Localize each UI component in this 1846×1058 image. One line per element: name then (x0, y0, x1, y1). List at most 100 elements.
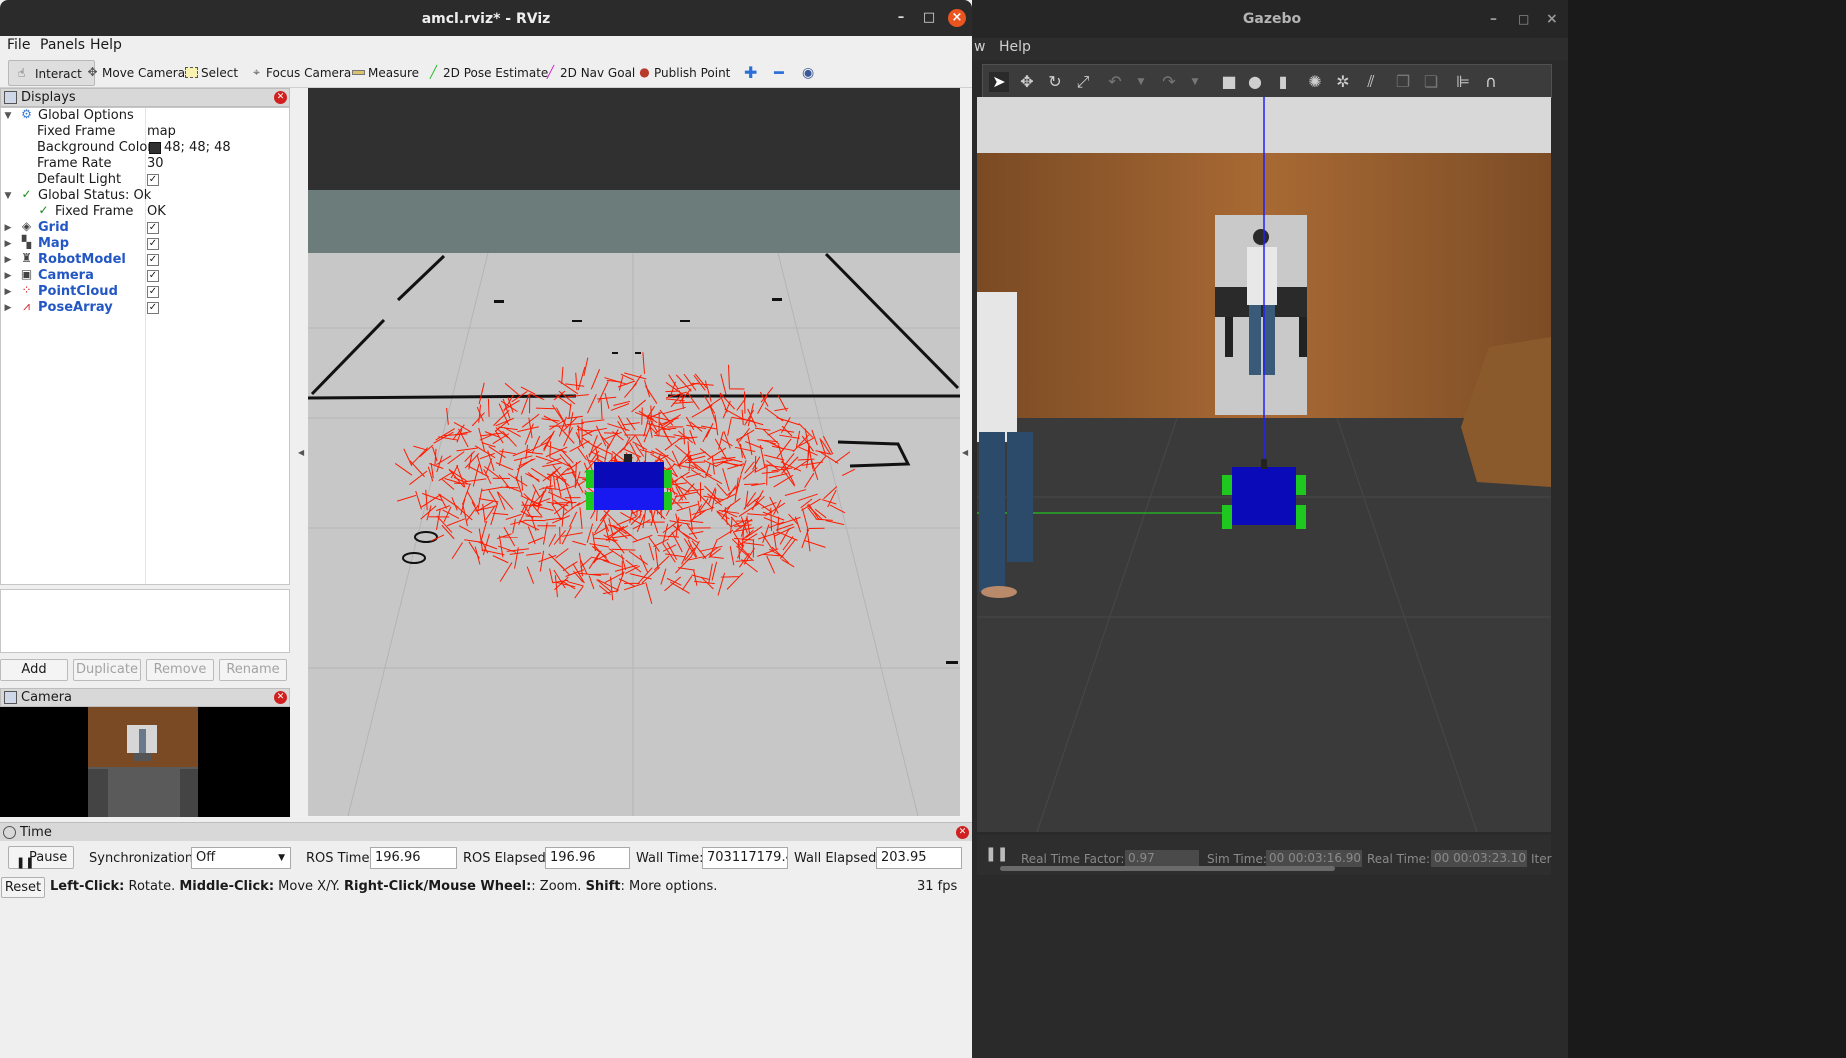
tree-row-global-status[interactable]: ▼ ✓ Global Status: Ok (1, 188, 289, 204)
minimize-button[interactable]: – (892, 9, 910, 27)
close-panel-icon[interactable]: ✕ (274, 691, 287, 704)
pause-button[interactable]: ❚❚ Pause (8, 846, 74, 869)
maximize-button[interactable]: □ (1518, 0, 1529, 38)
collapse-arrow-icon[interactable]: ▶ (3, 236, 13, 252)
nav-goal-button[interactable]: ╱ 2D Nav Goal (542, 60, 635, 86)
snap-magnet-icon[interactable]: ∩ (1481, 72, 1501, 92)
tree-row-posearray[interactable]: ▶ ⩘ PoseArray ✓ (1, 300, 289, 316)
copy-icon[interactable]: ❐ (1393, 72, 1413, 92)
tree-row-pointcloud[interactable]: ▶ ⁘ PointCloud ✓ (1, 284, 289, 300)
menu-help[interactable]: Help (90, 37, 122, 53)
tree-row-bg-color[interactable]: Background Color 48; 48; 48 (1, 140, 289, 156)
gazebo-pause-icon[interactable]: ❚❚ (985, 846, 1008, 862)
undo-dropdown-icon[interactable]: ▼ (1131, 72, 1151, 92)
focus-camera-label: Focus Camera (266, 66, 352, 80)
undo-icon[interactable]: ↶ (1105, 72, 1125, 92)
collapse-arrow-icon[interactable]: ▶ (3, 284, 13, 300)
status-hint: Left-Click: Rotate. Middle-Click: Move X… (50, 879, 718, 894)
default-light-checkbox[interactable]: ✓ (147, 174, 159, 186)
sphere-shape-icon[interactable]: ● (1245, 72, 1265, 92)
translate-icon[interactable]: ✥ (1017, 72, 1037, 92)
gazebo-scrollbar[interactable] (1000, 866, 1335, 871)
gazebo-scene[interactable] (977, 97, 1551, 832)
collapse-right-icon[interactable]: ◀ (962, 448, 970, 458)
add-button[interactable]: Add (0, 659, 68, 681)
posearray-checkbox[interactable]: ✓ (147, 302, 159, 314)
minus-icon[interactable]: ━ (774, 60, 792, 86)
point-light-icon[interactable]: ✺ (1305, 72, 1325, 92)
tree-row-status-fixed-frame[interactable]: ✓ Fixed Frame OK (1, 204, 289, 220)
measure-tool-button[interactable]: Measure (350, 60, 419, 86)
collapse-arrow-icon[interactable]: ▶ (3, 252, 13, 268)
expand-arrow-icon[interactable]: ▼ (3, 188, 13, 204)
redo-dropdown-icon[interactable]: ▼ (1185, 72, 1205, 92)
close-button[interactable]: × (1546, 0, 1558, 38)
ros-time-field[interactable]: 196.96 (370, 847, 457, 869)
ros-elapsed-field[interactable]: 196.96 (545, 847, 630, 869)
box-shape-icon[interactable]: ■ (1219, 72, 1239, 92)
menu-panels[interactable]: Panels (40, 37, 85, 53)
displays-tree[interactable]: ▼ ⚙ Global Options Fixed Frame map Backg… (0, 107, 290, 585)
reset-button[interactable]: Reset (1, 877, 45, 898)
tree-row-default-light[interactable]: Default Light ✓ (1, 172, 289, 188)
tree-row-map[interactable]: ▶ ▚ Map ✓ (1, 236, 289, 252)
sync-select[interactable]: Off ▼ (191, 847, 291, 869)
publish-point-button[interactable]: ● Publish Point (636, 60, 730, 86)
duplicate-button[interactable]: Duplicate (73, 659, 141, 681)
map-checkbox[interactable]: ✓ (147, 238, 159, 250)
tree-row-robotmodel[interactable]: ▶ ♜ RobotModel ✓ (1, 252, 289, 268)
plus-icon[interactable]: ✚ (744, 60, 762, 86)
directional-light-icon[interactable]: ⫽ (1361, 72, 1381, 92)
tree-row-camera[interactable]: ▶ ▣ Camera ✓ (1, 268, 289, 284)
maximize-button[interactable]: □ (920, 9, 938, 27)
collapse-arrow-icon[interactable]: ▶ (3, 300, 13, 316)
sync-value: Off (196, 850, 216, 865)
wall-elapsed-field[interactable]: 203.95 (876, 847, 962, 869)
scale-icon[interactable]: ⤢ (1073, 72, 1093, 92)
align-icon[interactable]: ⊫ (1453, 72, 1473, 92)
menu-file[interactable]: File (7, 37, 30, 53)
rename-button[interactable]: Rename (219, 659, 287, 681)
tree-row-grid[interactable]: ▶ ◈ Grid ✓ (1, 220, 289, 236)
rotate-icon[interactable]: ↻ (1045, 72, 1065, 92)
cylinder-shape-icon[interactable]: ▮ (1273, 72, 1293, 92)
tree-row-global-options[interactable]: ▼ ⚙ Global Options (1, 108, 289, 124)
tree-row-fixed-frame[interactable]: Fixed Frame map (1, 124, 289, 140)
collapse-arrow-icon[interactable]: ▶ (3, 220, 13, 236)
focus-camera-button[interactable]: ⌖ Focus Camera (248, 60, 351, 86)
close-panel-icon[interactable]: ✕ (956, 826, 969, 839)
minimize-button[interactable]: – (1490, 0, 1497, 38)
select-tool-button[interactable]: Select (183, 60, 238, 86)
rviz-3d-view[interactable] (308, 88, 960, 816)
expand-arrow-icon[interactable]: ▼ (3, 108, 13, 124)
pose-arrow (685, 461, 705, 464)
robotmodel-checkbox[interactable]: ✓ (147, 254, 159, 266)
close-button[interactable]: × (948, 9, 966, 27)
gazebo-menu-help[interactable]: Help (999, 39, 1031, 55)
fixed-frame-value[interactable]: map (147, 124, 176, 140)
interact-tool-button[interactable]: ☝ Interact (8, 60, 95, 86)
eye-icon[interactable]: ◉ (802, 60, 820, 86)
frame-rate-value[interactable]: 30 (147, 156, 164, 172)
displays-panel-header: Displays ✕ (0, 88, 290, 107)
paste-icon[interactable]: ❏ (1421, 72, 1441, 92)
camera-checkbox[interactable]: ✓ (147, 270, 159, 282)
move-camera-button[interactable]: ✥ Move Camera (84, 60, 185, 86)
iterations-label: Iter (1531, 852, 1552, 866)
pose-estimate-button[interactable]: ╱ 2D Pose Estimate (425, 60, 548, 86)
remove-button[interactable]: Remove (146, 659, 214, 681)
collapse-arrow-icon[interactable]: ▶ (3, 268, 13, 284)
bg-color-value[interactable]: 48; 48; 48 (164, 140, 231, 156)
close-panel-icon[interactable]: ✕ (274, 91, 287, 104)
sim-time-label: Sim Time: (1207, 852, 1267, 866)
collapse-left-icon[interactable]: ◀ (298, 448, 306, 458)
wall-time-field[interactable]: 703117179.40 (702, 847, 788, 869)
gazebo-titlebar: Gazebo – □ × (972, 0, 1572, 38)
spot-light-icon[interactable]: ✲ (1333, 72, 1353, 92)
tree-row-frame-rate[interactable]: Frame Rate 30 (1, 156, 289, 172)
grid-checkbox[interactable]: ✓ (147, 222, 159, 234)
select-arrow-icon[interactable]: ➤ (989, 72, 1009, 92)
gazebo-menu-window[interactable]: w (974, 39, 985, 55)
redo-icon[interactable]: ↷ (1159, 72, 1179, 92)
pointcloud-checkbox[interactable]: ✓ (147, 286, 159, 298)
